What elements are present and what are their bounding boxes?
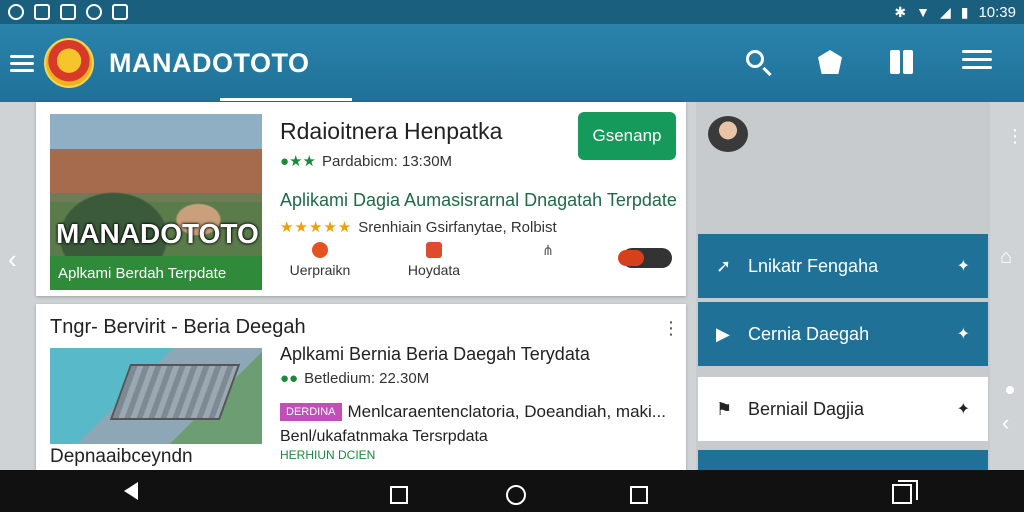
calendar-icon (426, 242, 442, 258)
notification-icons (8, 4, 128, 20)
app-thumbnail: MANADOTOTO Aplkami Berdah Terpdate (50, 114, 262, 290)
book-icon[interactable] (890, 50, 916, 76)
verified-badge-icon: ●● (280, 370, 299, 387)
app-logo (44, 38, 94, 88)
side-item-label: Berniail Dagjia (748, 398, 865, 419)
notification-icon (8, 4, 24, 20)
home-circle-icon[interactable] (506, 485, 526, 505)
app-rating: ★★★★★ Srenhiain Gsirfanytae, Rolbist (280, 218, 557, 237)
app-description: Benl/ukafatnmaka Tersrpdata (280, 428, 488, 445)
app-tagline: DERDINA Menlcaraentenclatoria, Doeandiah… (280, 402, 666, 422)
toggle-icon[interactable] (618, 248, 672, 268)
thumbnail-image (109, 364, 241, 420)
side-item-4[interactable] (698, 450, 988, 470)
side-item-label: Cernia Daegah (748, 323, 870, 344)
side-item-2[interactable]: ▶ Cernia Daegah ✦ (698, 302, 988, 366)
square-icon[interactable] (630, 486, 648, 504)
battery-icon: ▮ (960, 3, 969, 20)
hamburger-menu-icon[interactable] (10, 54, 34, 72)
star-icon: ✦ (956, 326, 970, 343)
action-label: Uerpraikn (289, 262, 351, 278)
app-card-featured[interactable]: MANADOTOTO Aplkami Berdah Terpdate Rdaio… (36, 102, 686, 296)
bluetooth-icon: ✱ (894, 3, 907, 20)
flag-icon: ⚑ (716, 398, 733, 419)
app-notification-icon (112, 4, 128, 20)
overflow-menu-icon[interactable] (962, 50, 992, 76)
fire-icon (312, 242, 328, 258)
star-rating-icon: ★★★★★ (280, 219, 353, 236)
action-item[interactable]: Uerpraikn (280, 242, 360, 278)
app-subtitle: Aplkami Bernia Beria Daegah Terydata (280, 344, 590, 364)
back-icon[interactable] (124, 482, 138, 500)
app-meta-text: Pardabicm: 13:30M (321, 152, 453, 170)
search-icon[interactable] (746, 50, 772, 76)
app-card[interactable]: Tngr- Bervirit - Beria Deegah ⋮ Depnaaib… (36, 304, 686, 474)
rating-text: Srenhiain Gsirfanytae, Rolbist (358, 218, 557, 236)
action-item[interactable]: Hoydata (394, 242, 474, 278)
signal-icon: ◢ (939, 3, 951, 20)
app-green-label: HERHIUN DCIEN (280, 448, 376, 462)
thumbnail-overlay-caption: Aplkami Berdah Terpdate (50, 256, 262, 290)
shield-notification-icon (86, 4, 102, 20)
thumbnail-overlay-title: MANADOTOTO (56, 218, 259, 249)
app-bar-actions (746, 50, 992, 76)
app-title: MANADOTOTO (109, 47, 310, 78)
home-icon[interactable]: ⌂ (1000, 246, 1012, 269)
install-button[interactable]: Gsenanp (578, 112, 676, 160)
card-actions: Uerpraikn Hoydata ⋔ (280, 242, 672, 278)
chevron-left-icon[interactable]: ‹ (1002, 410, 1009, 436)
tagline-text: Menlcaraentenclatoria, Doeandiah, maki..… (347, 402, 666, 421)
page-indicator-dot (1006, 386, 1014, 394)
action-label: Hoydata (407, 262, 461, 278)
card-title: Tngr- Bervirit - Beria Deegah (50, 316, 306, 338)
app-meta: ●★★ Pardabicm: 13:30M (280, 152, 453, 171)
star-icon: ✦ (956, 401, 970, 418)
active-tab-indicator (220, 98, 352, 101)
app-title: Rdaioitnera Henpatka (280, 118, 503, 144)
share-icon: ⋔ (542, 242, 554, 258)
avatar[interactable] (708, 116, 748, 152)
app-meta: ●● Betledium: 22.30M (280, 370, 429, 387)
square-icon[interactable] (390, 486, 408, 504)
news-icon (60, 4, 76, 20)
wifi-icon: ▼ (916, 4, 930, 20)
side-item-1[interactable]: ➚ Lnikatr Fengaha ✦ (698, 234, 988, 298)
play-icon: ▶ (716, 323, 730, 344)
chevron-left-icon[interactable]: ‹ (8, 244, 17, 275)
side-item-label: Lnikatr Fengaha (748, 255, 879, 276)
status-bar: ✱ ▼ ◢ ▮ 10:39 (0, 0, 1024, 24)
side-item-3[interactable]: ⚑ Berniail Dagjia ✦ (698, 377, 988, 441)
status-time: 10:39 (978, 3, 1016, 21)
more-vert-icon[interactable]: ⋮ (662, 318, 680, 339)
shield-icon[interactable] (818, 50, 844, 76)
recent-apps-icon[interactable] (892, 480, 918, 504)
app-subtitle: Aplikami Dagia Aumasisrarnal Dnagatah Te… (280, 190, 677, 210)
thumbnail-caption: Depnaaibceyndn (50, 446, 193, 467)
system-nav-bar (0, 470, 1024, 512)
system-icons: ✱ ▼ ◢ ▮ 10:39 (894, 4, 1016, 21)
app-thumbnail (50, 348, 262, 444)
more-vert-icon[interactable]: ⋮ (1006, 126, 1024, 147)
category-tag: DERDINA (280, 403, 342, 421)
pin-icon: ➚ (716, 255, 732, 276)
gallery-icon (34, 4, 50, 20)
app-meta-text: Betledium: 22.30M (304, 370, 430, 387)
star-icon: ✦ (956, 258, 970, 275)
action-item[interactable]: ⋔ (508, 242, 588, 262)
app-bar: MANADOTOTO (0, 24, 1024, 102)
verified-badge-icon: ●★★ (280, 153, 316, 170)
